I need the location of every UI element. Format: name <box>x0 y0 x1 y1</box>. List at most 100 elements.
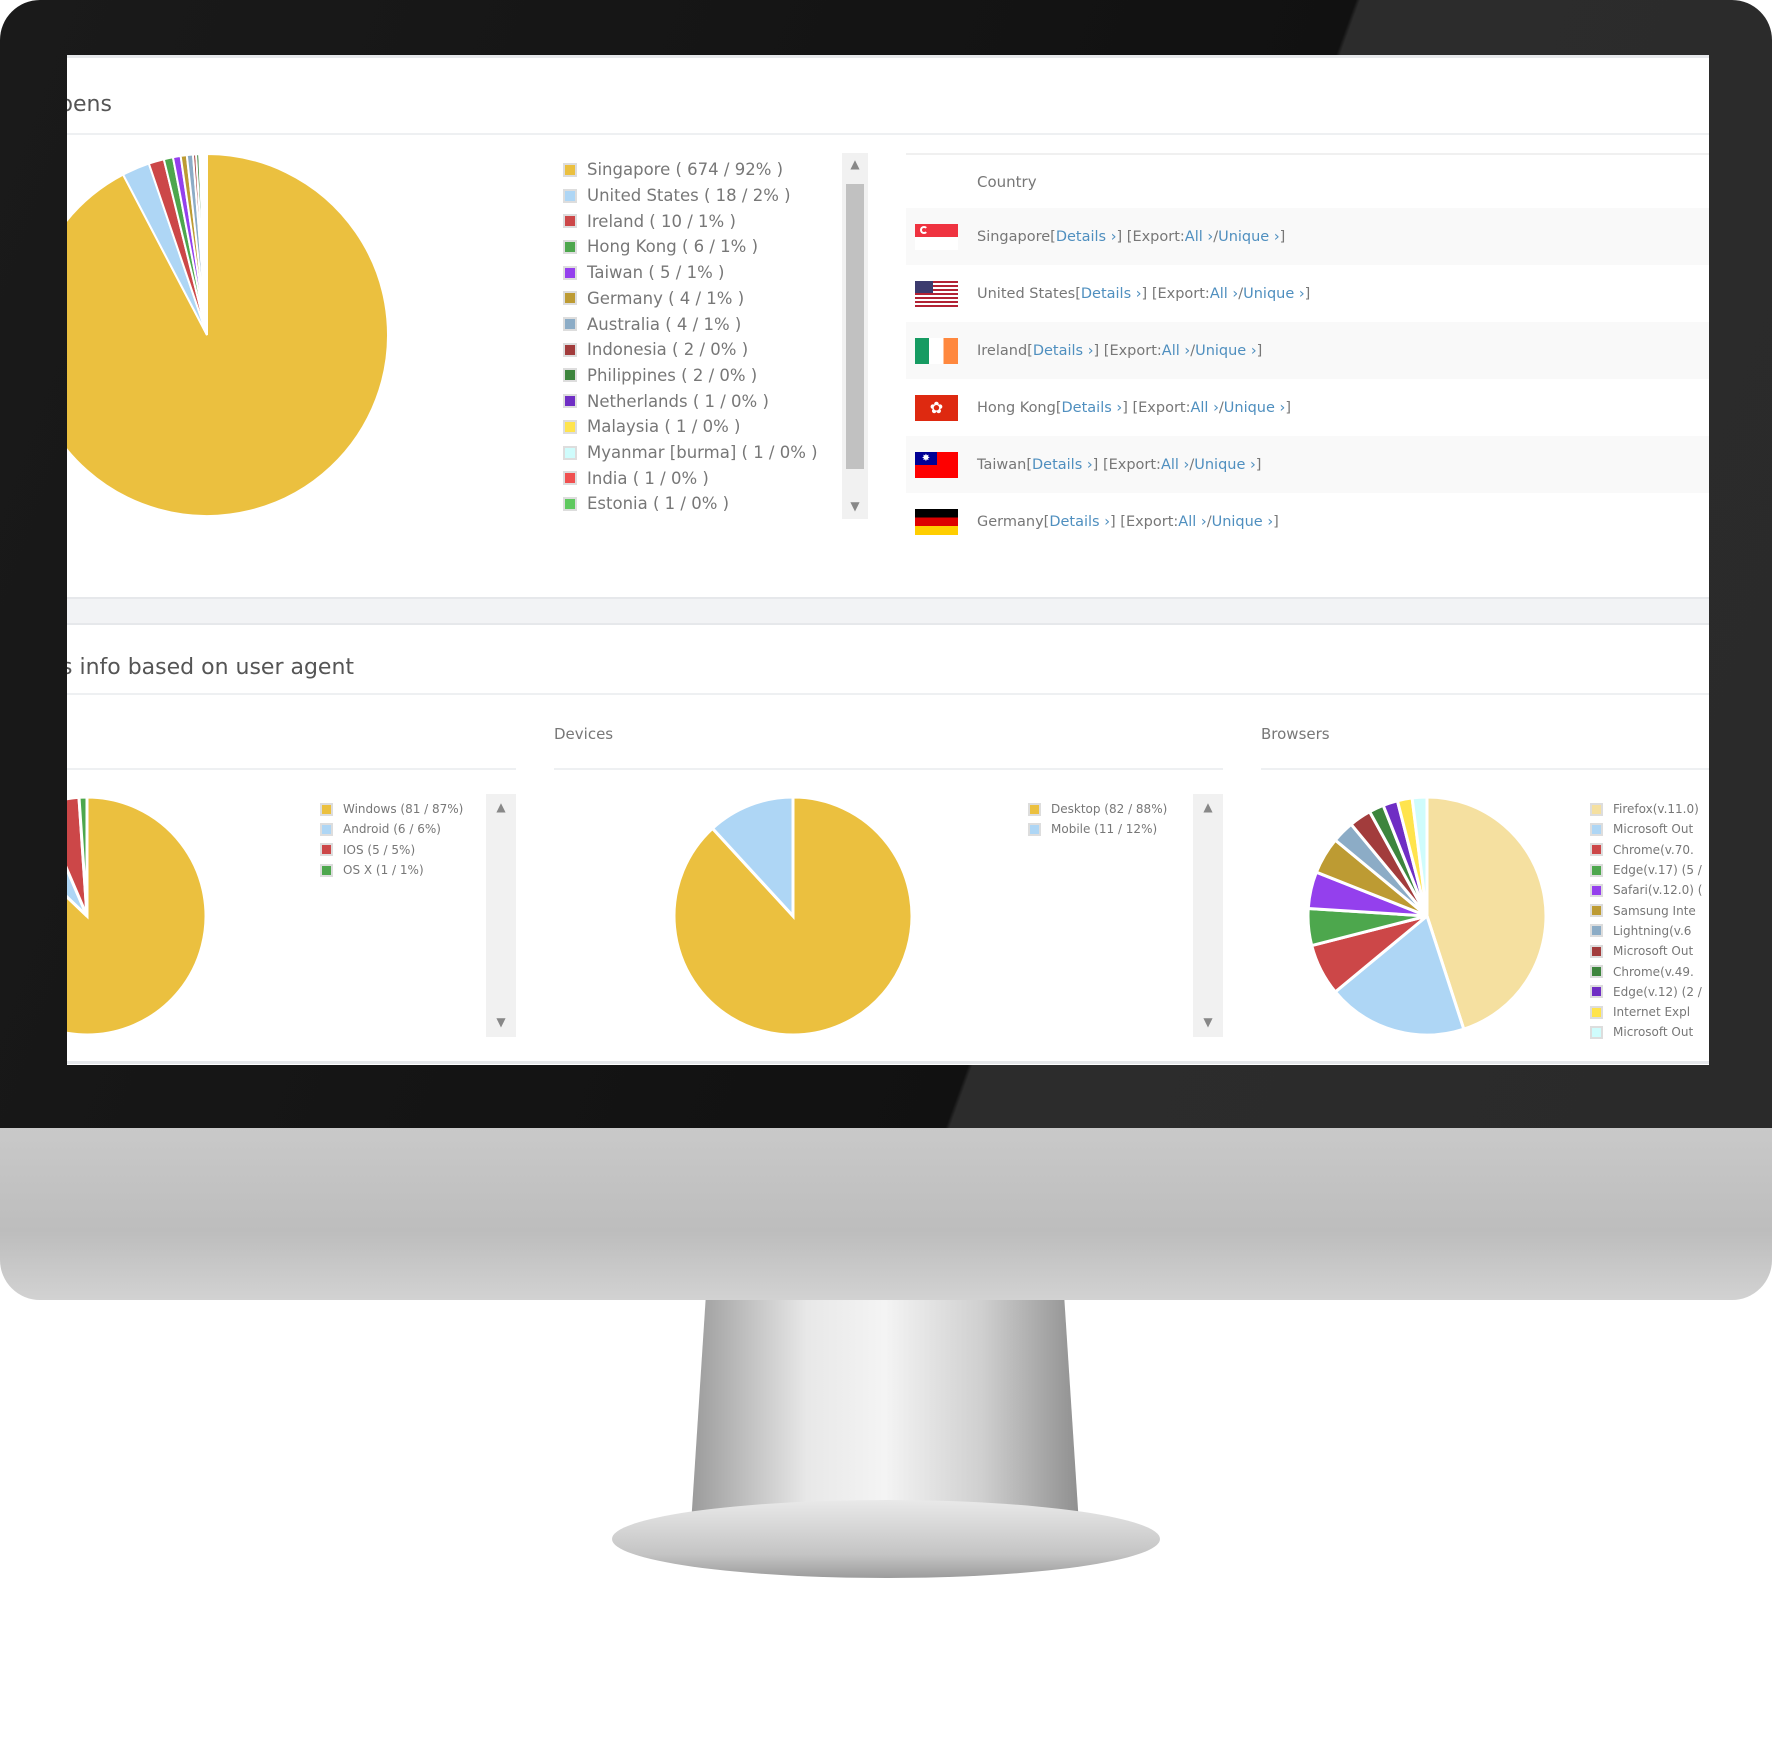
divider <box>1261 768 1709 770</box>
legend-label: Internet Expl <box>1613 1005 1691 1020</box>
legend-item[interactable]: Singapore ( 674 / 92% ) <box>563 157 783 183</box>
devices-legend-scrollbar[interactable]: ▲ ▼ <box>1193 794 1223 1037</box>
legend-item[interactable]: India ( 1 / 0% ) <box>563 465 709 491</box>
legend-label: Germany ( 4 / 1% ) <box>587 288 745 308</box>
legend-item[interactable]: Indonesia ( 2 / 0% ) <box>563 337 748 363</box>
legend-item[interactable]: Estonia ( 1 / 0% ) <box>563 491 729 517</box>
legend-item[interactable]: Taiwan ( 5 / 1% ) <box>563 260 724 286</box>
legend-item[interactable]: Microsoft Out <box>1590 941 1693 961</box>
export-unique-link[interactable]: Unique › <box>1195 343 1257 359</box>
legend-item[interactable]: Netherlands ( 1 / 0% ) <box>563 388 769 414</box>
legend-item[interactable]: Samsung Inte <box>1590 901 1696 921</box>
bracket: ] <box>1273 513 1279 530</box>
export-unique-link[interactable]: Unique › <box>1212 514 1274 530</box>
divider <box>67 768 516 770</box>
bracket: ] <box>1256 342 1263 359</box>
devices-legend: Desktop (82 / 88%) Mobile (11 / 12%) <box>1028 799 1188 1039</box>
legend-item[interactable]: Edge(v.17) (5 / <box>1590 860 1702 880</box>
legend-label: Mobile (11 / 12%) <box>1051 822 1158 837</box>
legend-label: Lightning(v.6 <box>1613 923 1692 938</box>
legend-label: Ireland ( 10 / 1% ) <box>587 211 736 231</box>
table-row: Singapore [Details ›] [Export: All › / U… <box>906 208 1709 265</box>
legend-item[interactable]: Internet Expl <box>1590 1002 1690 1022</box>
legend-item[interactable]: Australia ( 4 / 1% ) <box>563 311 741 337</box>
legend-swatch <box>563 214 577 229</box>
legend-item[interactable]: Firefox(v.11.0) <box>1590 799 1699 819</box>
export-unique-link[interactable]: Unique › <box>1243 286 1305 302</box>
legend-item[interactable]: Chrome(v.70. <box>1590 840 1694 860</box>
export-all-link[interactable]: All › <box>1161 457 1189 473</box>
bracket: ] <box>1285 399 1291 416</box>
legend-swatch <box>1590 1025 1603 1039</box>
export-unique-link[interactable]: Unique › <box>1218 229 1280 245</box>
scroll-up-icon[interactable]: ▲ <box>486 800 516 814</box>
details-link[interactable]: Details › <box>1062 400 1123 416</box>
export-all-link[interactable]: All › <box>1185 229 1213 245</box>
legend-swatch <box>563 188 577 203</box>
legend-item[interactable]: Safari(v.12.0) ( <box>1590 880 1702 900</box>
os-legend-scrollbar[interactable]: ▲ ▼ <box>486 794 516 1037</box>
pie-slice[interactable] <box>67 152 389 517</box>
country-name: Singapore <box>977 228 1051 245</box>
legend-item[interactable]: Myanmar [burma] ( 1 / 0% ) <box>563 440 818 466</box>
scroll-up-icon[interactable]: ▲ <box>842 157 868 171</box>
export-label: ] [Export: <box>1092 456 1161 473</box>
legend-item[interactable]: United States ( 18 / 2% ) <box>563 183 791 209</box>
legend-item[interactable]: Germany ( 4 / 1% ) <box>563 286 744 312</box>
divider <box>554 768 1223 770</box>
legend-item[interactable]: Chrome(v.49. <box>1590 961 1694 981</box>
legend-item[interactable]: Microsoft Out <box>1590 819 1693 839</box>
details-link[interactable]: Details › <box>1049 514 1110 530</box>
legend-item[interactable]: Hong Kong ( 6 / 1% ) <box>563 234 758 260</box>
details-link[interactable]: Details › <box>1056 229 1117 245</box>
legend-swatch <box>563 445 577 460</box>
us-flag-icon <box>915 280 958 307</box>
export-all-link[interactable]: All › <box>1190 400 1218 416</box>
export-unique-link[interactable]: Unique › <box>1194 457 1256 473</box>
scroll-down-icon[interactable]: ▼ <box>842 499 868 513</box>
scroll-up-icon[interactable]: ▲ <box>1193 800 1223 814</box>
legend-swatch <box>1028 822 1041 836</box>
os-pie-chart <box>67 795 208 1037</box>
table-row: Germany [Details ›] [Export: All › / Uni… <box>906 493 1709 550</box>
legend-swatch <box>563 394 577 409</box>
details-link[interactable]: Details › <box>1032 457 1093 473</box>
table-row: Ireland [Details ›] [Export: All › / Uni… <box>906 322 1709 379</box>
scroll-thumb[interactable] <box>846 184 864 469</box>
legend-label: Desktop (82 / 88%) <box>1051 802 1168 817</box>
legend-item[interactable]: Android (6 / 6%) <box>320 819 441 839</box>
legend-label: Myanmar [burma] ( 1 / 0% ) <box>587 443 818 463</box>
export-unique-link[interactable]: Unique › <box>1224 400 1286 416</box>
legend-item[interactable]: Malaysia ( 1 / 0% ) <box>563 414 740 440</box>
legend-item[interactable]: OS X (1 / 1%) <box>320 860 424 880</box>
legend-item[interactable]: Desktop (82 / 88%) <box>1028 799 1167 819</box>
legend-label: Estonia ( 1 / 0% ) <box>587 494 730 514</box>
legend-swatch <box>1590 883 1603 897</box>
legend-label: IOS (5 / 5%) <box>343 842 416 857</box>
details-link[interactable]: Details › <box>1081 286 1142 302</box>
legend-item[interactable]: IOS (5 / 5%) <box>320 840 415 860</box>
legend-item[interactable]: Edge(v.12) (2 / <box>1590 982 1702 1002</box>
legend-swatch <box>563 419 577 434</box>
legend-item[interactable]: Lightning(v.6 <box>1590 921 1691 941</box>
legend-swatch <box>563 368 577 383</box>
legend-swatch <box>1590 924 1603 938</box>
devices-pie-chart <box>672 795 914 1037</box>
legend-swatch <box>1590 843 1603 857</box>
legend-item[interactable]: Windows (81 / 87%) <box>320 799 463 819</box>
details-link[interactable]: Details › <box>1033 343 1094 359</box>
legend-item[interactable]: Philippines ( 2 / 0% ) <box>563 363 757 389</box>
country-legend-scrollbar[interactable]: ▲ ▼ <box>842 153 868 519</box>
legend-label: OS X (1 / 1%) <box>343 863 424 878</box>
legend-item[interactable]: Microsoft Out <box>1590 1022 1693 1039</box>
country-legend: Singapore ( 674 / 92% ) United States ( 1… <box>563 157 843 523</box>
export-all-link[interactable]: All › <box>1210 286 1238 302</box>
browsers-heading: Browsers <box>1261 725 1330 743</box>
scroll-down-icon[interactable]: ▼ <box>486 1015 516 1029</box>
scroll-down-icon[interactable]: ▼ <box>1193 1015 1223 1029</box>
legend-item[interactable]: Ireland ( 10 / 1% ) <box>563 208 736 234</box>
export-label: ] [Export: <box>1141 285 1210 302</box>
legend-item[interactable]: Mobile (11 / 12%) <box>1028 819 1157 839</box>
export-all-link[interactable]: All › <box>1162 343 1190 359</box>
export-all-link[interactable]: All › <box>1178 514 1206 530</box>
